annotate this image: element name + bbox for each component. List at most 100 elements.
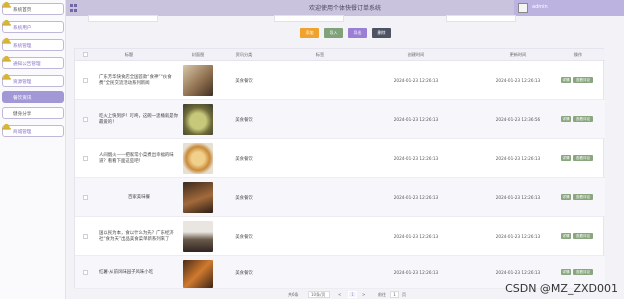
watermark: CSDN @MZ_ZXD001 — [505, 282, 618, 295]
sidebar-item-label: 系统首页 — [13, 8, 32, 13]
sidebar-item-notice[interactable]: 通知公告管理 — [2, 55, 64, 69]
add-button[interactable]: 添加 — [300, 28, 319, 38]
user-box[interactable]: admin — [514, 0, 624, 16]
row-title: 广东芳华快食店全国首款“食神”“伙食费”全民交流活动系列新闻 — [99, 74, 172, 86]
table-header: 标题 封面图 资讯分类 标签 创建时间 更新时间 操作 — [75, 49, 605, 61]
sidebar-item-label: 商城管理 — [13, 130, 32, 135]
sidebar-item-label: 餐饮资讯 — [13, 96, 32, 101]
sidebar-item-mall[interactable]: 商城管理 — [2, 123, 64, 137]
row-updated: 2024-01-23 12:26:13 — [495, 270, 541, 275]
row-updated: 2024-01-23 12:26:13 — [495, 195, 541, 200]
import-button[interactable]: 导入 — [324, 28, 343, 38]
cover-image — [183, 104, 213, 135]
row-category: 美食餐饮 — [235, 271, 253, 276]
main-content: 添加 导入 导出 删除 标题 封面图 资讯分类 标签 创建时间 更新时间 操作 … — [66, 15, 610, 299]
sidebar-item-label: 资源管理 — [13, 80, 32, 85]
row-title: 红薯·从前风味园子风味小吃 — [99, 269, 154, 275]
row-checkbox[interactable] — [83, 195, 88, 200]
table-row: 广东芳华快食店全国首款“食神”“伙食费”全民交流活动系列新闻 美食餐饮 2024… — [75, 61, 605, 100]
comments-button[interactable]: 查看评论 — [573, 194, 593, 200]
goto-unit: 页 — [402, 292, 406, 297]
goto-page-input[interactable]: 1 — [390, 291, 399, 298]
detail-button[interactable]: 详情 — [561, 155, 571, 161]
detail-button[interactable]: 详情 — [561, 269, 571, 275]
cover-image — [183, 65, 213, 96]
sidebar-item-resources[interactable]: 资源管理 — [2, 73, 64, 87]
top-header: 欢迎使用个体快餐订单系统 admin — [66, 0, 624, 16]
username: admin — [532, 4, 548, 10]
row-updated: 2024-01-23 12:26:13 — [495, 234, 541, 239]
search-tag-input[interactable] — [446, 15, 516, 22]
sidebar-item-news[interactable]: 餐饮资讯 — [2, 91, 64, 103]
row-checkbox[interactable] — [83, 234, 88, 239]
row-checkbox[interactable] — [83, 156, 88, 161]
row-title: 吃火上快到炉！叮咚，这碗一盅桶就是你最爱的！ — [99, 113, 179, 125]
goto-label: 前往 — [378, 292, 386, 297]
col-title: 标题 — [124, 52, 134, 57]
bell-icon — [2, 123, 11, 130]
search-category-input[interactable] — [274, 15, 344, 22]
toolbar: 添加 导入 导出 删除 — [66, 28, 610, 38]
search-title-input[interactable] — [88, 15, 158, 22]
sidebar-item-label: 系统用户 — [13, 26, 32, 31]
cover-image — [183, 182, 213, 213]
table-row: 人间烟火——把家常小菜煮出幸福的味道？看看下面这些吧！ 美食餐饮 2024-01… — [75, 139, 605, 178]
sidebar-item-users[interactable]: 系统用户 — [2, 19, 64, 33]
bell-icon — [2, 73, 11, 80]
row-updated: 2024-01-23 12:26:13 — [495, 156, 541, 161]
select-all-checkbox[interactable] — [83, 52, 88, 57]
prev-page-button[interactable]: < — [338, 292, 341, 297]
comments-button[interactable]: 查看评论 — [573, 116, 593, 122]
detail-button[interactable]: 详情 — [561, 194, 571, 200]
sidebar-item-system[interactable]: 系统管理 — [2, 37, 64, 51]
cover-image — [183, 260, 213, 288]
row-checkbox[interactable] — [83, 78, 88, 83]
bell-icon — [2, 1, 11, 8]
row-title: 人间烟火——把家常小菜煮出幸福的味道？看看下面这些吧！ — [99, 152, 174, 164]
col-actions: 操作 — [573, 52, 583, 57]
row-title: 百家美味餐 — [128, 194, 150, 200]
row-created: 2024-01-23 12:26:13 — [393, 117, 439, 122]
bell-icon — [2, 19, 11, 26]
bell-icon — [2, 37, 11, 44]
col-created: 创建时间 — [407, 52, 425, 57]
row-updated: 2024-01-23 12:36:56 — [495, 117, 541, 122]
detail-button[interactable]: 详情 — [561, 116, 571, 122]
cover-image — [183, 143, 213, 174]
detail-button[interactable]: 详情 — [561, 77, 571, 83]
page-size-select[interactable]: 10条/页 — [308, 291, 330, 298]
sidebar-item-label: 健身分享 — [13, 112, 32, 117]
row-created: 2024-01-23 12:26:13 — [393, 78, 439, 83]
export-button[interactable]: 导出 — [348, 28, 367, 38]
sidebar-item-label: 系统管理 — [13, 44, 32, 49]
sidebar-item-fitness[interactable]: 健身分享 — [2, 107, 64, 119]
next-page-button[interactable]: > — [362, 292, 365, 297]
row-updated: 2024-01-23 12:26:13 — [495, 78, 541, 83]
avatar[interactable] — [518, 3, 528, 13]
table-row: 吃火上快到炉！叮咚，这碗一盅桶就是你最爱的！ 美食餐饮 2024-01-23 1… — [75, 100, 605, 139]
delete-button[interactable]: 删除 — [372, 28, 391, 38]
row-checkbox[interactable] — [83, 270, 88, 275]
row-created: 2024-01-23 12:26:13 — [393, 234, 439, 239]
comments-button[interactable]: 查看评论 — [573, 77, 593, 83]
row-title: 国以民为本，食以什么为先？广东经济社“食为天”出品美食菜单新系列来了 — [99, 230, 174, 242]
sidebar-item-home[interactable]: 系统首页 — [2, 1, 64, 15]
row-checkbox[interactable] — [83, 117, 88, 122]
current-page[interactable]: 1 — [348, 291, 357, 298]
sidebar: 系统首页 系统用户 系统管理 通知公告管理 资源管理 餐饮资讯 健身分享 商城管… — [0, 0, 66, 299]
total-count: 共6条 — [288, 292, 299, 297]
col-cover: 封面图 — [191, 52, 205, 57]
row-created: 2024-01-23 12:26:13 — [393, 195, 439, 200]
comments-button[interactable]: 查看评论 — [573, 269, 593, 275]
table-row: 百家美味餐 美食餐饮 2024-01-23 12:26:13 2024-01-2… — [75, 178, 605, 217]
row-created: 2024-01-23 12:26:13 — [393, 270, 439, 275]
table-row: 国以民为本，食以什么为先？广东经济社“食为天”出品美食菜单新系列来了 美食餐饮 … — [75, 217, 605, 256]
row-category: 美食餐饮 — [235, 118, 253, 123]
comments-button[interactable]: 查看评论 — [573, 155, 593, 161]
row-category: 美食餐饮 — [235, 157, 253, 162]
col-category: 资讯分类 — [235, 52, 253, 57]
row-category: 美食餐饮 — [235, 196, 253, 201]
sidebar-item-label: 通知公告管理 — [13, 62, 41, 67]
detail-button[interactable]: 详情 — [561, 233, 571, 239]
comments-button[interactable]: 查看评论 — [573, 233, 593, 239]
